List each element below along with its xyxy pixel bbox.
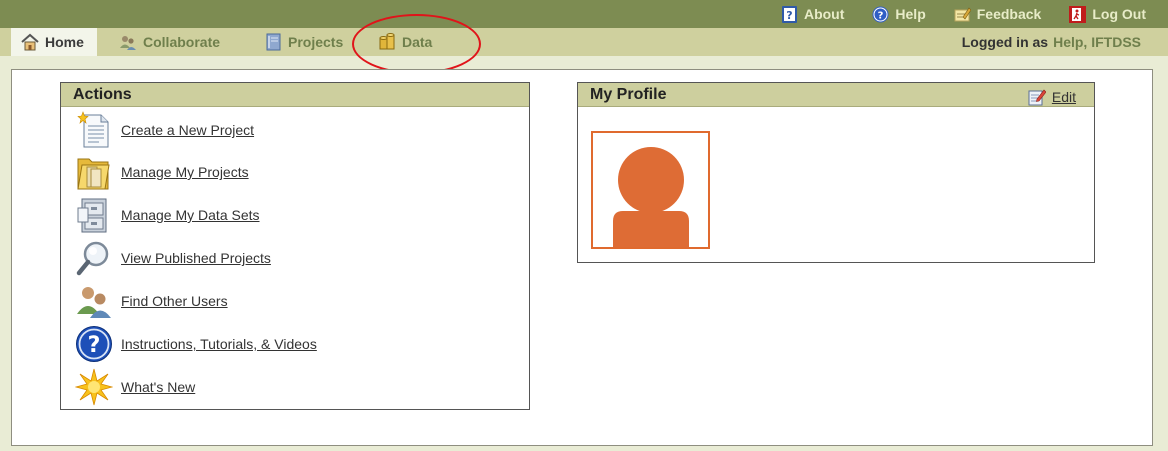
tab-collaborate-label: Collaborate	[143, 34, 221, 50]
action-whats-new[interactable]: What's New	[74, 368, 195, 406]
profile-panel-title: My Profile	[590, 86, 667, 103]
top-bar: ? About ? Help Feedback Log Out	[0, 0, 1168, 28]
edit-icon	[1028, 88, 1047, 106]
home-icon	[21, 33, 39, 51]
help-circle-icon: ?	[75, 325, 113, 363]
login-prefix: Logged in as	[961, 34, 1049, 50]
magnifier-icon	[75, 239, 113, 277]
tab-data[interactable]: Data	[368, 28, 442, 56]
about-icon: ?	[781, 5, 798, 23]
tab-data-label: Data	[402, 34, 433, 50]
action-create-project[interactable]: Create a New Project	[75, 111, 254, 149]
users-icon	[75, 282, 113, 320]
actions-panel-title: Actions	[61, 83, 529, 107]
tab-home-label: Home	[45, 34, 84, 50]
tab-projects-label: Projects	[288, 34, 344, 50]
action-manage-datasets[interactable]: Manage My Data Sets	[75, 196, 260, 234]
action-whats-new-link[interactable]: What's New	[121, 379, 195, 395]
action-instructions-link[interactable]: Instructions, Tutorials, & Videos	[121, 336, 317, 352]
help-label: Help	[895, 6, 926, 22]
tab-collaborate[interactable]: Collaborate	[109, 28, 230, 56]
action-instructions[interactable]: ? Instructions, Tutorials, & Videos	[75, 325, 317, 363]
svg-text:?: ?	[878, 10, 884, 21]
top-links: ? About ? Help Feedback Log Out	[753, 0, 1146, 28]
actions-panel: Actions Create a New Project Manage My P…	[60, 82, 530, 410]
avatar[interactable]	[591, 131, 710, 249]
logout-label: Log Out	[1092, 6, 1146, 22]
notebook-icon	[264, 33, 282, 51]
database-icon	[378, 33, 396, 51]
feedback-label: Feedback	[976, 6, 1042, 22]
help-icon: ?	[872, 6, 889, 23]
action-view-published-link[interactable]: View Published Projects	[121, 250, 271, 266]
about-link[interactable]: ? About	[781, 5, 845, 23]
svg-text:?: ?	[88, 333, 101, 358]
about-label: About	[803, 6, 845, 22]
folder-icon	[75, 153, 113, 191]
action-manage-projects-link[interactable]: Manage My Projects	[121, 164, 249, 180]
profile-panel: My Profile Edit	[577, 82, 1095, 263]
profile-panel-header: My Profile Edit	[578, 83, 1094, 107]
users-icon	[119, 33, 137, 51]
action-find-users[interactable]: Find Other Users	[75, 282, 228, 320]
svg-text:?: ?	[786, 9, 792, 22]
login-user: Help, IFTDSS	[1053, 34, 1141, 50]
file-cabinet-icon	[75, 196, 113, 234]
new-document-icon	[75, 111, 113, 149]
feedback-link[interactable]: Feedback	[954, 6, 1042, 23]
edit-profile-link[interactable]: Edit	[1028, 85, 1076, 109]
help-link[interactable]: ? Help	[872, 6, 926, 23]
logout-link[interactable]: Log Out	[1069, 5, 1146, 23]
action-view-published[interactable]: View Published Projects	[75, 239, 271, 277]
action-create-project-link[interactable]: Create a New Project	[121, 122, 254, 138]
tab-home[interactable]: Home	[11, 28, 97, 56]
action-manage-projects[interactable]: Manage My Projects	[75, 153, 249, 191]
action-find-users-link[interactable]: Find Other Users	[121, 293, 228, 309]
login-status: Logged in as Help, IFTDSS	[962, 28, 1141, 56]
tab-projects[interactable]: Projects	[254, 28, 353, 56]
starburst-icon	[74, 368, 114, 406]
edit-label: Edit	[1051, 89, 1076, 105]
person-icon	[613, 147, 689, 247]
feedback-icon	[954, 6, 972, 23]
action-manage-datasets-link[interactable]: Manage My Data Sets	[121, 207, 260, 223]
exit-icon	[1069, 5, 1087, 23]
